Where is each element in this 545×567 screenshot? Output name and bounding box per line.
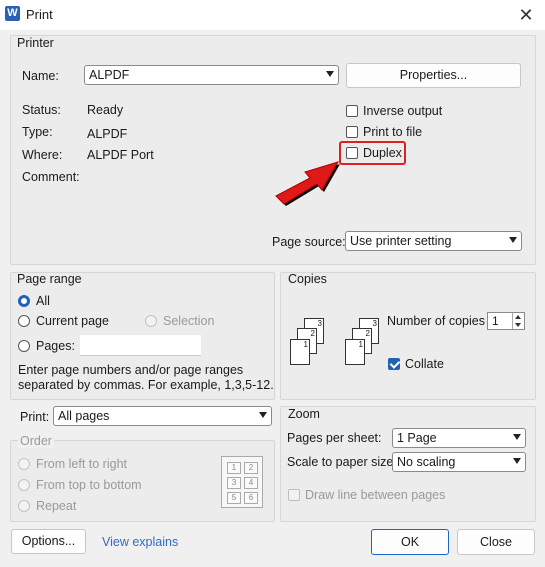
- comment-label: Comment:: [22, 170, 80, 184]
- spin-down-icon[interactable]: [515, 323, 521, 327]
- chevron-down-icon: [509, 237, 517, 243]
- top-to-bottom-label: From top to bottom: [36, 478, 142, 492]
- ok-button[interactable]: OK: [371, 529, 449, 555]
- collate-label: Collate: [405, 357, 444, 371]
- copies-title: Copies: [288, 272, 327, 286]
- current-page-radio[interactable]: [18, 315, 30, 327]
- page-source-select[interactable]: Use printer setting: [345, 231, 522, 251]
- pages-hint-line2: separated by commas. For example, 1,3,5-…: [18, 378, 274, 392]
- print-to-file-label: Print to file: [363, 125, 423, 139]
- draw-lines-label: Draw line between pages: [305, 488, 446, 502]
- where-value: ALPDF Port: [87, 148, 154, 162]
- left-to-right-radio[interactable]: [18, 458, 30, 470]
- print-dialog: W Print ✕ Printer Name: ALPDF Properties…: [0, 0, 545, 567]
- inverse-output-checkbox[interactable]: [346, 105, 358, 117]
- view-explains-link[interactable]: View explains: [102, 535, 178, 549]
- inverse-output-label: Inverse output: [363, 104, 443, 118]
- selection-radio[interactable]: [145, 315, 157, 327]
- repeat-label: Repeat: [36, 499, 77, 513]
- collate-checkbox[interactable]: [388, 358, 400, 370]
- chevron-down-icon: [513, 458, 521, 464]
- word-app-icon: W: [5, 6, 20, 21]
- repeat-radio[interactable]: [18, 500, 30, 512]
- pages-radio[interactable]: [18, 340, 30, 352]
- collate-stack-1: 3 2 1: [290, 318, 330, 368]
- red-arrow-icon: [275, 161, 340, 206]
- pages-per-sheet-label: Pages per sheet:: [287, 431, 382, 445]
- order-title: Order: [18, 434, 54, 448]
- copies-value: 1: [492, 314, 499, 328]
- spin-up-icon[interactable]: [515, 315, 521, 319]
- order-preview: 1 2 3 4 5 6: [221, 456, 263, 508]
- selection-label: Selection: [163, 314, 215, 328]
- left-to-right-label: From left to right: [36, 457, 127, 471]
- properties-button[interactable]: Properties...: [346, 63, 521, 88]
- window-title: Print: [26, 7, 53, 22]
- printer-group-title: Printer: [17, 36, 54, 50]
- draw-lines-checkbox[interactable]: [288, 489, 300, 501]
- pages-hint-line1: Enter page numbers and/or page ranges: [18, 363, 244, 377]
- zoom-title: Zoom: [288, 407, 320, 421]
- print-to-file-checkbox[interactable]: [346, 126, 358, 138]
- page-range-title: Page range: [17, 272, 82, 286]
- scale-value: No scaling: [397, 455, 456, 469]
- duplex-label: Duplex: [363, 146, 402, 160]
- top-to-bottom-radio[interactable]: [18, 479, 30, 491]
- close-button[interactable]: Close: [457, 529, 535, 555]
- pages-per-sheet-select[interactable]: 1 Page: [392, 428, 526, 448]
- printer-name-value: ALPDF: [89, 68, 130, 82]
- where-label: Where:: [22, 148, 63, 162]
- print-what-label: Print:: [20, 410, 50, 424]
- status-value: Ready: [87, 103, 124, 117]
- chevron-down-icon: [259, 412, 267, 418]
- duplex-checkbox[interactable]: [346, 147, 358, 159]
- options-button[interactable]: Options...: [11, 529, 86, 554]
- scale-select[interactable]: No scaling: [392, 452, 526, 472]
- type-value: ALPDF: [87, 127, 128, 141]
- page-source-value: Use printer setting: [350, 234, 452, 248]
- all-pages-radio[interactable]: [18, 295, 30, 307]
- close-window-icon[interactable]: ✕: [512, 3, 540, 27]
- pages-per-sheet-value: 1 Page: [397, 431, 437, 445]
- copies-spinner[interactable]: 1: [487, 312, 525, 330]
- all-pages-label: All: [36, 294, 50, 308]
- print-what-value: All pages: [58, 409, 110, 423]
- pages-input[interactable]: [80, 335, 201, 356]
- type-label: Type:: [22, 125, 53, 139]
- pages-label: Pages:: [36, 339, 75, 353]
- chevron-down-icon: [513, 434, 521, 440]
- printer-name-label: Name:: [22, 69, 59, 83]
- collate-stack-2: 3 2 1: [345, 318, 385, 368]
- printer-name-select[interactable]: ALPDF: [84, 65, 339, 85]
- scale-label: Scale to paper size:: [287, 455, 397, 469]
- chevron-down-icon: [326, 71, 334, 77]
- number-of-copies-label: Number of copies: [387, 314, 485, 328]
- print-what-select[interactable]: All pages: [53, 406, 272, 426]
- page-source-label: Page source:: [272, 235, 346, 249]
- current-page-label: Current page: [36, 314, 109, 328]
- status-label: Status:: [22, 103, 61, 117]
- title-bar: W Print ✕: [0, 0, 545, 30]
